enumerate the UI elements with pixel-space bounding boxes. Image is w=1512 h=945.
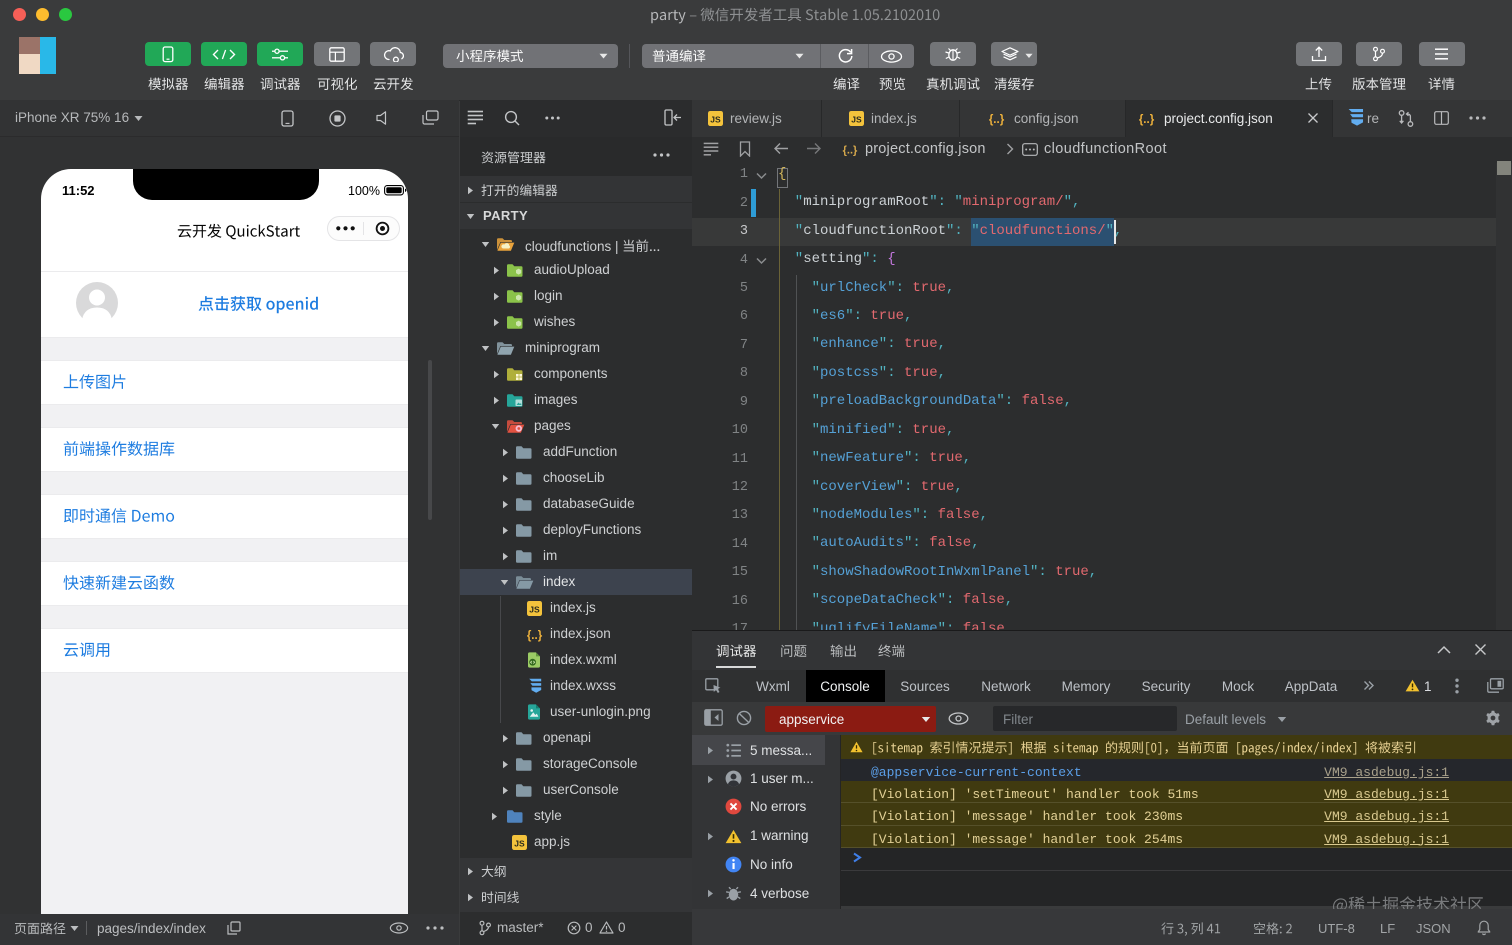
svg-text:{..}: {..} [989, 113, 1005, 125]
svg-text:JS: JS [710, 114, 721, 124]
svg-text:{..}: {..} [527, 629, 543, 641]
svg-text:{..}: {..} [843, 145, 858, 157]
svg-text:JS: JS [529, 604, 540, 614]
svg-text:JS: JS [851, 114, 862, 124]
svg-text:{..}: {..} [1139, 113, 1155, 125]
svg-text:JS: JS [514, 838, 525, 848]
